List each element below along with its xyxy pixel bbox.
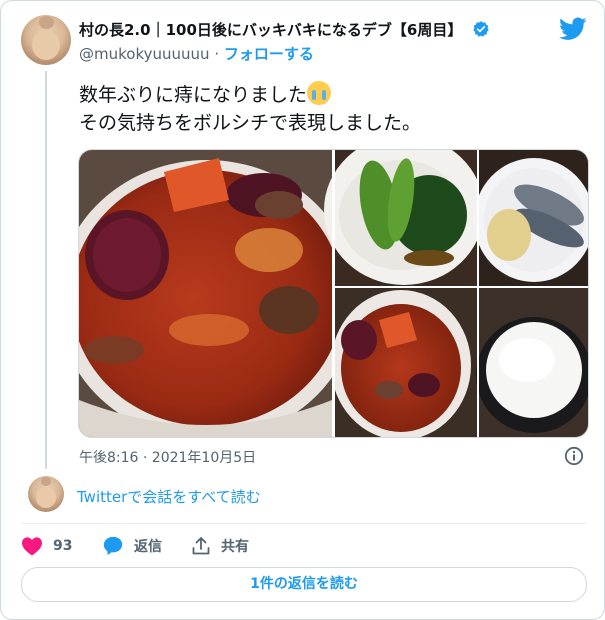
author-handle[interactable]: @mukokyuuuuuu xyxy=(79,45,210,63)
twitter-logo-icon[interactable] xyxy=(559,17,587,41)
loudly-crying-face-icon xyxy=(307,81,332,105)
info-icon[interactable] xyxy=(564,446,584,466)
borscht-closeup-photo[interactable] xyxy=(79,150,357,437)
tweet-timestamp[interactable]: 午後8:16 · 2021年10月5日 xyxy=(79,447,256,467)
read-replies-button[interactable]: 1件の返信を読む xyxy=(21,567,587,602)
verified-badge-icon xyxy=(472,21,489,37)
tweet-text: 数年ぶりに痔になりました その気持ちをボルシチで表現しました。 xyxy=(79,81,589,137)
share-label: 共有 xyxy=(221,539,249,555)
tweet-line-2: その気持ちをボルシチで表現しました。 xyxy=(79,112,422,134)
share-button[interactable]: 共有 xyxy=(191,533,249,559)
tweet-card: 村の長2.0｜100日後にバッキバキになるデブ【6周目】 @mukokyuuuu… xyxy=(0,0,605,620)
like-button[interactable]: 93 xyxy=(21,533,72,559)
author-display-name[interactable]: 村の長2.0｜100日後にバッキバキになるデブ【6周目】 xyxy=(79,21,462,39)
tweet-line-1: 数年ぶりに痔になりました xyxy=(79,84,308,106)
fish-plate-photo[interactable] xyxy=(474,150,588,287)
divider xyxy=(21,523,587,524)
read-conversation-link[interactable]: Twitterで会話をすべて読む xyxy=(77,486,261,507)
follow-button[interactable]: フォローする xyxy=(224,45,314,63)
handle-separator: · xyxy=(214,45,220,63)
heart-icon xyxy=(22,537,42,556)
reply-label: 返信 xyxy=(134,539,162,555)
share-icon xyxy=(192,537,210,555)
author-handle-row: @mukokyuuuuuu · フォローする xyxy=(79,43,314,64)
rice-bowl-photo[interactable] xyxy=(476,287,588,437)
greens-plate-photo[interactable] xyxy=(324,150,484,287)
author-avatar[interactable] xyxy=(21,15,71,65)
reply-button[interactable]: 返信 xyxy=(102,533,162,559)
reader-avatar[interactable] xyxy=(28,476,64,512)
tweet-media[interactable] xyxy=(78,149,589,438)
reply-bubble-icon xyxy=(103,536,123,556)
borscht-bowl-photo[interactable] xyxy=(331,287,478,437)
thread-line xyxy=(45,71,47,469)
like-count: 93 xyxy=(53,538,73,554)
author-name[interactable]: 村の長2.0｜100日後にバッキバキになるデブ【6周目】 xyxy=(79,19,490,40)
